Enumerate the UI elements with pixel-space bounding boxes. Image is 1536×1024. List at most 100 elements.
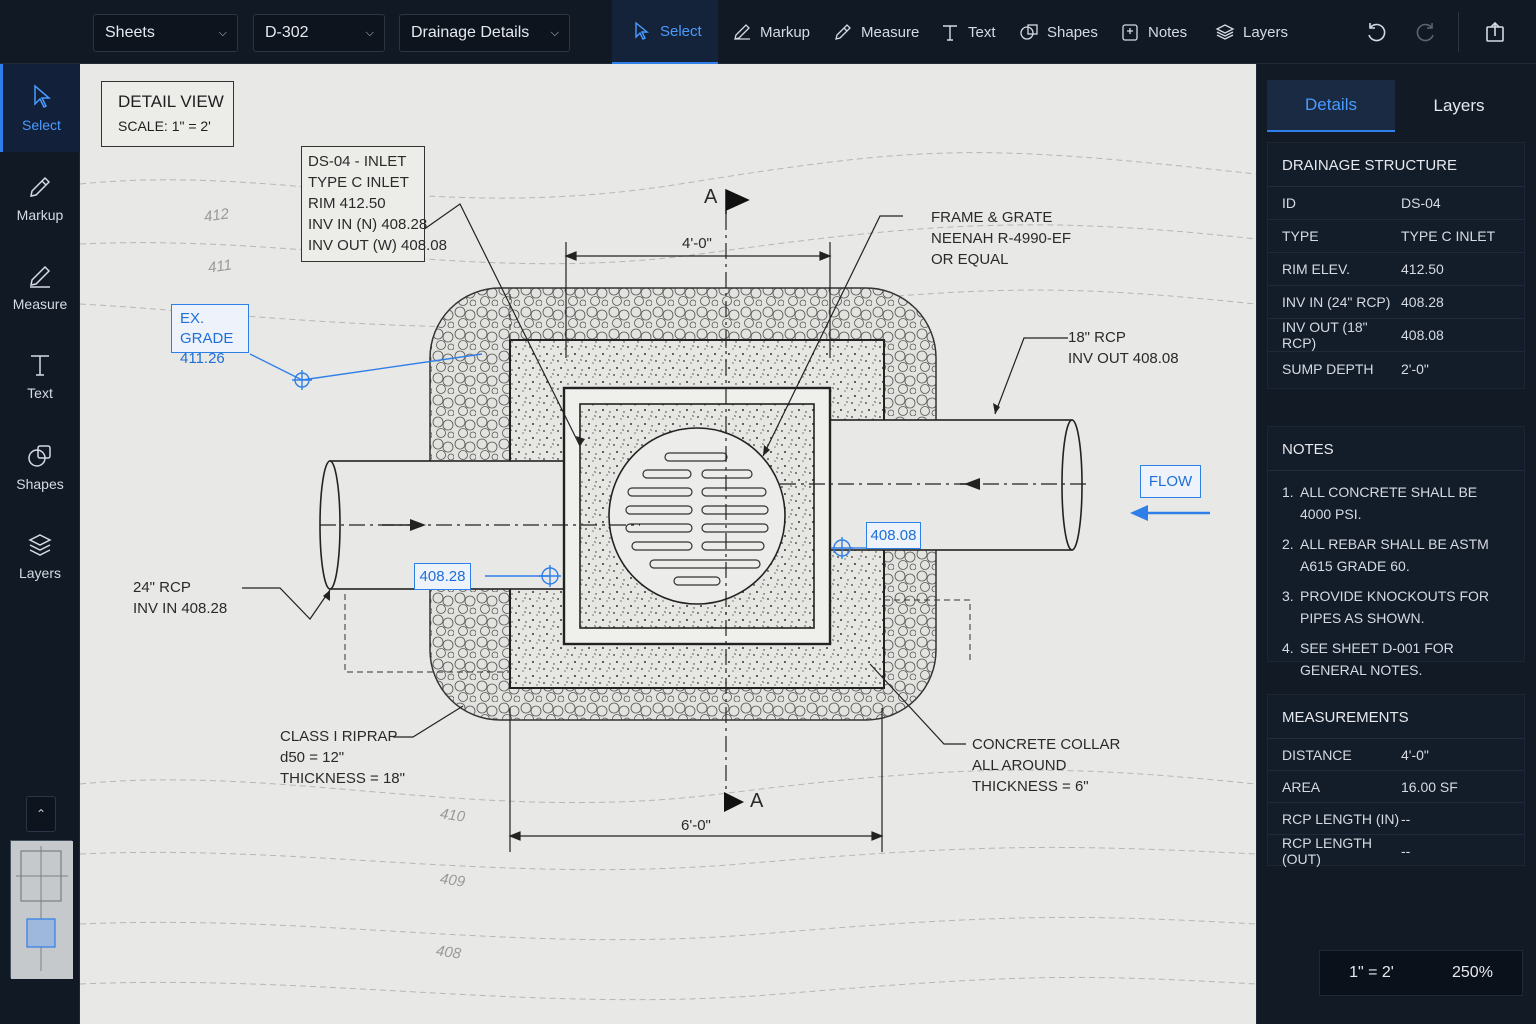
tool-notes[interactable]: Notes [1120,0,1187,64]
callout-line: CLASS I RIPRAP [280,728,398,745]
tool-text-label: Text [968,23,996,41]
note-item: 2. ALL REBAR SHALL BE ASTM A615 GRADE 60. [1268,529,1524,581]
rail-markup-label: Markup [16,207,64,223]
minimap[interactable] [10,840,73,979]
note-text: PROVIDE KNOCKOUTS FOR PIPES AS SHOWN. [1300,588,1490,626]
tool-markup-label: Markup [760,23,811,41]
rail-markup[interactable]: Markup [0,154,80,242]
note-item: 1. ALL CONCRETE SHALL BE 4000 PSI. [1268,477,1524,529]
chevron-up-icon: ⌃ [35,807,47,821]
property-row: TYPE TYPE C INLET [1268,220,1524,253]
callout-line: 18" RCP [1068,329,1126,346]
tool-notes-label: Notes [1148,23,1188,41]
view-dropdown[interactable]: Drainage Details ⌵ [399,14,570,52]
minimap-collapse-button[interactable]: ⌃ [26,796,56,832]
measurement-row: RCP LENGTH (IN) -- [1268,803,1524,835]
view-dropdown-label: Drainage Details [411,24,530,41]
note-number: 2. [1282,536,1294,552]
note-text: ALL REBAR SHALL BE ASTM A615 GRADE 60. [1300,536,1489,574]
scale-zoom-status[interactable]: 1" = 2' 250% [1319,950,1523,996]
section-mark-bottom: A [750,790,764,812]
callout-line: NEENAH R-4990-EF [931,230,1072,247]
ex-grade-value: 411.26 [180,350,225,367]
tab-details[interactable]: Details [1267,80,1395,132]
note-number: 4. [1282,640,1294,656]
detail-title-box: DETAIL VIEW SCALE: 1" = 2' [101,81,234,147]
toolbar-divider [1458,12,1459,52]
section-mark-top: A [704,186,718,208]
dimension-top: 4'-0" [682,235,712,252]
callout-line: d50 = 12" [280,749,345,766]
tool-layers-label: Layers [1243,23,1289,41]
tool-select[interactable]: Select [612,0,718,64]
ex-grade-marker[interactable]: EX. GRADE 411.26 [171,304,249,367]
contour-label: 409 [438,870,467,891]
rail-shapes[interactable]: Shapes [0,423,80,511]
callout-line: DS-04 - INLET [308,153,407,170]
rail-shapes-label: Shapes [16,476,64,492]
sheet-number-dropdown[interactable]: D-302 ⌵ [253,14,385,52]
callout-line: INV IN 408.28 [133,600,228,617]
tool-markup[interactable]: Markup [732,0,810,64]
rail-select[interactable]: Select [0,64,80,152]
property-row: ID DS-04 [1268,187,1524,220]
tab-layers[interactable]: Layers [1395,80,1523,132]
sheets-dropdown[interactable]: Sheets ⌵ [93,14,238,52]
rail-text[interactable]: Text [0,332,80,420]
pen-icon [734,24,750,40]
sheets-dropdown-label: Sheets [105,24,155,41]
layers-icon [1215,24,1235,40]
callout-line: FRAME & GRATE [931,209,1053,226]
measurement-value: -- [1401,810,1411,827]
chevron-down-icon: ⌵ [218,27,227,39]
drawing-canvas[interactable]: 412 411 410 409 408 DETAIL VIEW SCALE: 1… [80,64,1256,1024]
riprap-callout: CLASS I RIPRAP d50 = 12" THICKNESS = 18" [280,726,405,789]
undo-icon[interactable] [1364,20,1388,44]
property-value: 408.28 [1401,294,1444,310]
redo-icon[interactable] [1414,20,1438,44]
property-value: 412.50 [1401,261,1444,277]
tool-measure[interactable]: Measure [833,0,919,64]
rail-select-label: Select [22,117,61,133]
callout-line: INV OUT 408.08 [1068,350,1179,367]
property-row: INV IN (24" RCP) 408.28 [1268,286,1524,319]
inv-in-marker[interactable]: 408.28 [414,563,471,590]
rail-measure[interactable]: Measure [0,243,80,331]
callout-line: 24" RCP [133,579,191,596]
callout-line: TYPE C INLET [308,174,409,191]
property-row: SUMP DEPTH 2'-0" [1268,352,1524,385]
chevron-down-icon: ⌵ [550,27,559,39]
callout-line: THICKNESS = 18" [280,770,405,787]
sheet-number-label: D-302 [265,24,309,41]
zoom-readout[interactable]: 250% [1452,964,1493,982]
tool-text[interactable]: Text [940,0,996,64]
note-number: 1. [1282,484,1294,500]
notes-section: NOTES 1. ALL CONCRETE SHALL BE 4000 PSI. … [1267,426,1525,678]
rail-layers-label: Layers [18,565,62,581]
export-icon[interactable] [1483,20,1507,44]
property-value: TYPE C INLET [1401,228,1496,244]
frame-grate-callout: FRAME & GRATE NEENAH R-4990-EF OR EQUAL [931,207,1071,270]
callout-line: CONCRETE COLLAR [972,736,1121,753]
property-key: INV OUT (18" RCP) [1282,319,1368,351]
flow-label[interactable]: FLOW [1140,465,1201,498]
text-icon [943,25,957,41]
scale-readout: 1" = 2' [1349,964,1394,981]
tool-layers[interactable]: Layers [1215,0,1288,64]
drainage-structure-section: DRAINAGE STRUCTURE ID DS-04 TYPE TYPE C IN… [1267,142,1525,389]
property-value: 408.08 [1401,327,1444,343]
inv-out-marker[interactable]: 408.08 [866,522,921,549]
measurement-value: 16.00 SF [1401,778,1458,795]
measurement-key: DISTANCE [1282,746,1352,763]
callout-line: INV OUT (W) 408.08 [308,237,447,254]
tool-shapes[interactable]: Shapes [1019,0,1098,64]
callout-line: OR EQUAL [931,251,1009,268]
section-title: NOTES [1268,427,1524,471]
ruler-pen-icon [835,24,851,40]
property-key: SUMP DEPTH [1282,360,1374,377]
callout-line: THICKNESS = 6" [972,778,1089,795]
rail-layers[interactable]: Layers [0,512,80,600]
dimension-bottom: 6'-0" [681,817,711,834]
measurement-key: AREA [1282,778,1321,795]
inlet-callout-box[interactable]: DS-04 - INLET TYPE C INLET RIM 412.50 IN… [301,146,447,262]
